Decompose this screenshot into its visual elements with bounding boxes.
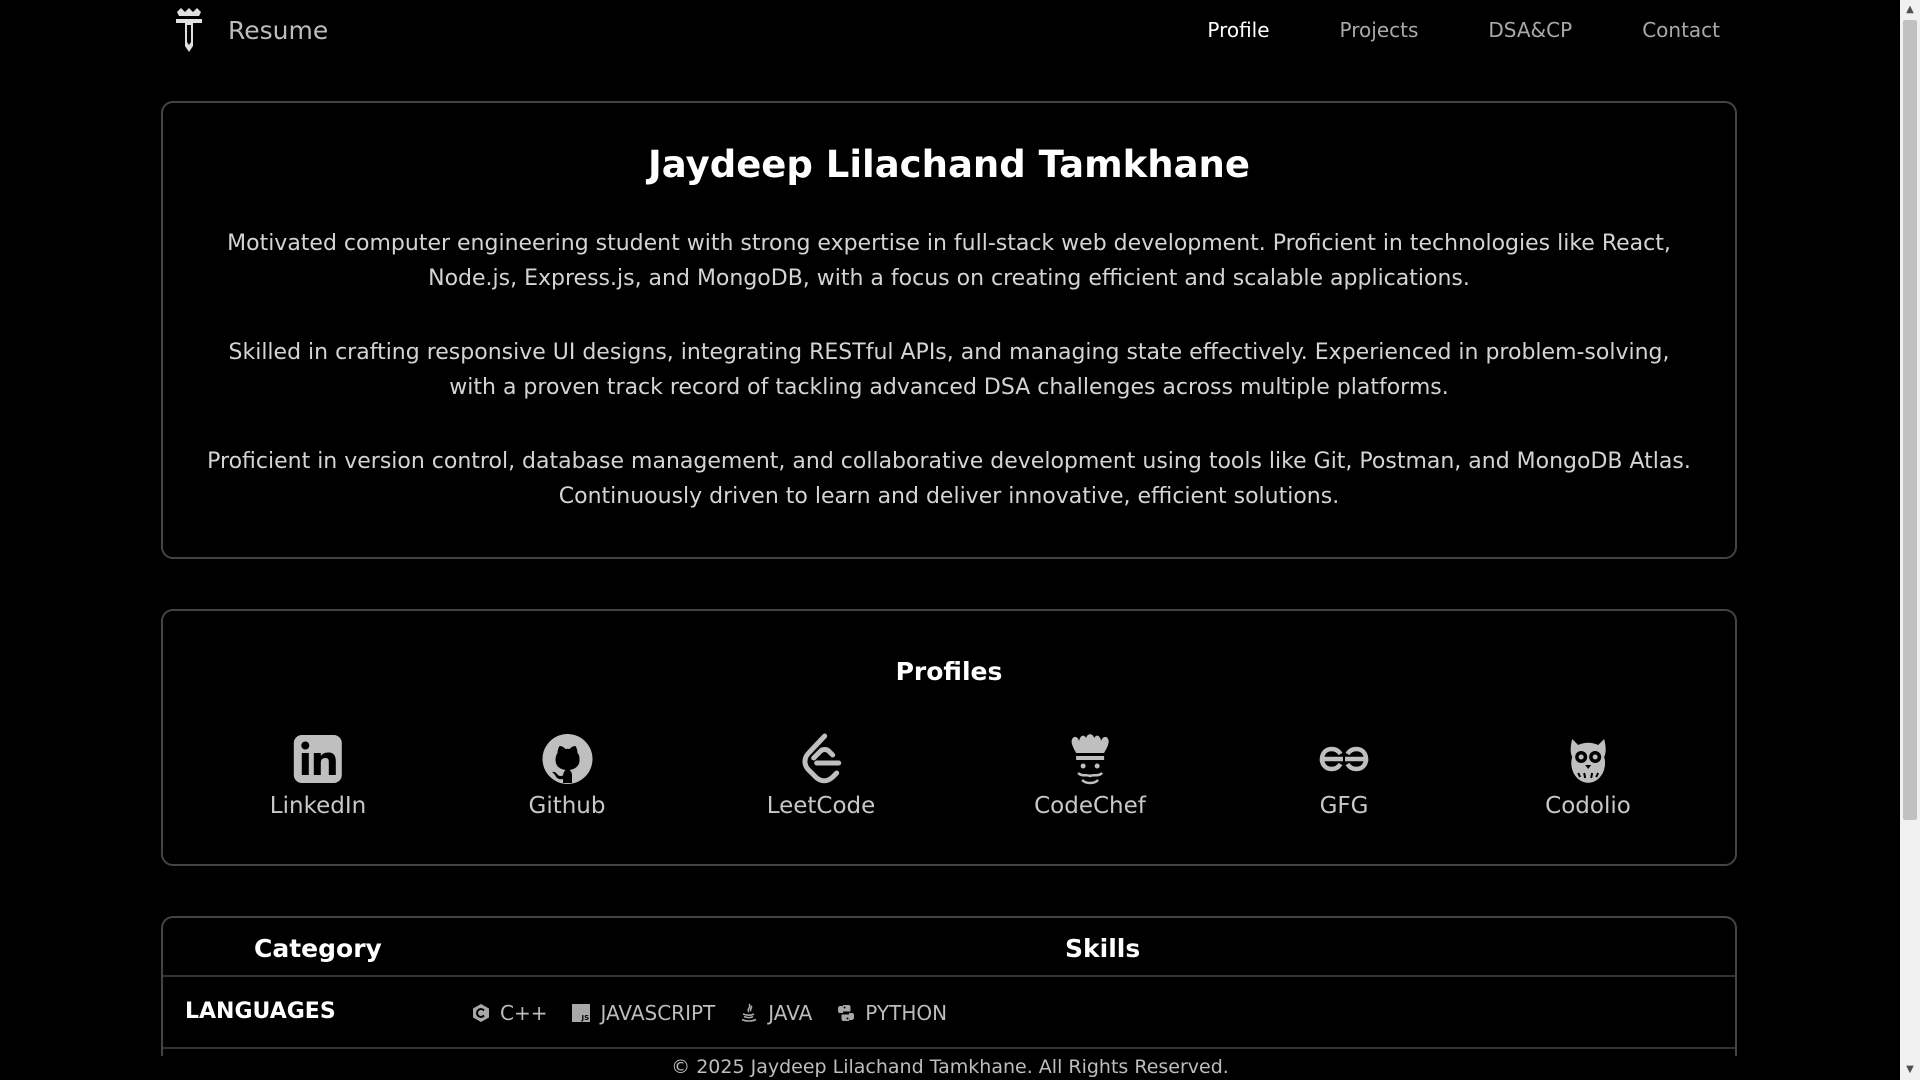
nav-links: Profile Projects DSA&CP Contact [1207, 18, 1720, 42]
category-label: LANGUAGES [185, 999, 336, 1024]
profiles-title: Profiles [895, 657, 1003, 686]
brand[interactable]: Resume [174, 8, 328, 52]
skills-column-header: Skills [1065, 934, 1141, 963]
scrollbar-thumb[interactable] [1903, 20, 1917, 820]
nav-link-profile[interactable]: Profile [1207, 18, 1269, 42]
profile-link-codolio[interactable]: Codolio [1545, 733, 1631, 819]
skill-chips: C++ JS JAVASCRIPT JAVA PYTHON [471, 1001, 947, 1025]
about-paragraph: Motivated computer engineering student w… [227, 231, 1671, 291]
profiles-card: Profiles LinkedIn Github LeetCode CodeCh… [161, 609, 1737, 866]
profile-link-gfg[interactable]: GFG [1318, 733, 1370, 819]
linkedin-icon [294, 735, 342, 783]
skill-label: C++ [500, 1001, 548, 1025]
leetcode-icon [802, 733, 842, 784]
profile-link-github[interactable]: Github [529, 733, 606, 819]
about-card: Jaydeep Lilachand Tamkhane Motivated com… [161, 101, 1737, 559]
python-icon [838, 1005, 855, 1021]
about-paragraph: Skilled in crafting responsive UI design… [228, 340, 1670, 400]
cpp-icon [473, 1004, 489, 1022]
profile-link-codechef[interactable]: CodeChef [1034, 733, 1146, 819]
profile-label: GFG [1319, 793, 1369, 819]
javascript-icon: JS [572, 1004, 591, 1022]
skill-label: JAVA [768, 1001, 813, 1025]
vertical-scrollbar[interactable]: ▲ ▼ [1900, 0, 1920, 1080]
github-icon [542, 734, 592, 784]
scroll-up-arrow-icon[interactable]: ▲ [1900, 0, 1920, 20]
brand-name: Resume [228, 15, 329, 45]
java-icon [741, 1003, 757, 1022]
profile-link-linkedin[interactable]: LinkedIn [270, 733, 366, 819]
table-row: LANGUAGES C++ JS JAVASCRIPT JAVA PYTHON [163, 977, 1735, 1049]
skills-table: Category Skills LANGUAGES C++ JS JAVASCR… [161, 916, 1737, 1056]
skill-chip-javascript[interactable]: JS JAVASCRIPT [571, 1001, 715, 1025]
codechef-icon [1071, 734, 1109, 785]
profile-label: LeetCode [766, 793, 876, 819]
skill-chip-java[interactable]: JAVA [739, 1001, 812, 1025]
profile-name: Jaydeep Lilachand Tamkhane [648, 143, 1250, 186]
skill-chip-cpp[interactable]: C++ [471, 1001, 547, 1025]
skill-label: JAVASCRIPT [600, 1001, 716, 1025]
skill-label: PYTHON [865, 1001, 948, 1025]
svg-text:JS: JS [581, 1014, 590, 1022]
profile-label: Codolio [1545, 793, 1631, 819]
logo-icon [176, 8, 202, 52]
footer-copyright: © 2025 Jaydeep Lilachand Tamkhane. All R… [671, 1056, 1229, 1078]
profile-label: Github [528, 793, 606, 819]
profile-label: CodeChef [1034, 793, 1146, 819]
nav-link-projects[interactable]: Projects [1340, 18, 1419, 42]
nav-link-dsa-cp[interactable]: DSA&CP [1488, 18, 1572, 42]
top-navbar: Resume Profile Projects DSA&CP Contact [0, 0, 1900, 62]
profile-link-leetcode[interactable]: LeetCode [766, 733, 876, 819]
skills-table-header: Category Skills [163, 918, 1735, 977]
about-paragraph: Proficient in version control, database … [207, 449, 1691, 509]
gfg-icon [1319, 746, 1369, 772]
nav-link-contact[interactable]: Contact [1642, 18, 1720, 42]
profile-label: LinkedIn [269, 793, 367, 819]
codolio-icon [1570, 739, 1606, 783]
skill-chip-python[interactable]: PYTHON [836, 1001, 947, 1025]
category-column-header: Category [254, 934, 382, 963]
scroll-down-arrow-icon[interactable]: ▼ [1900, 1060, 1920, 1080]
